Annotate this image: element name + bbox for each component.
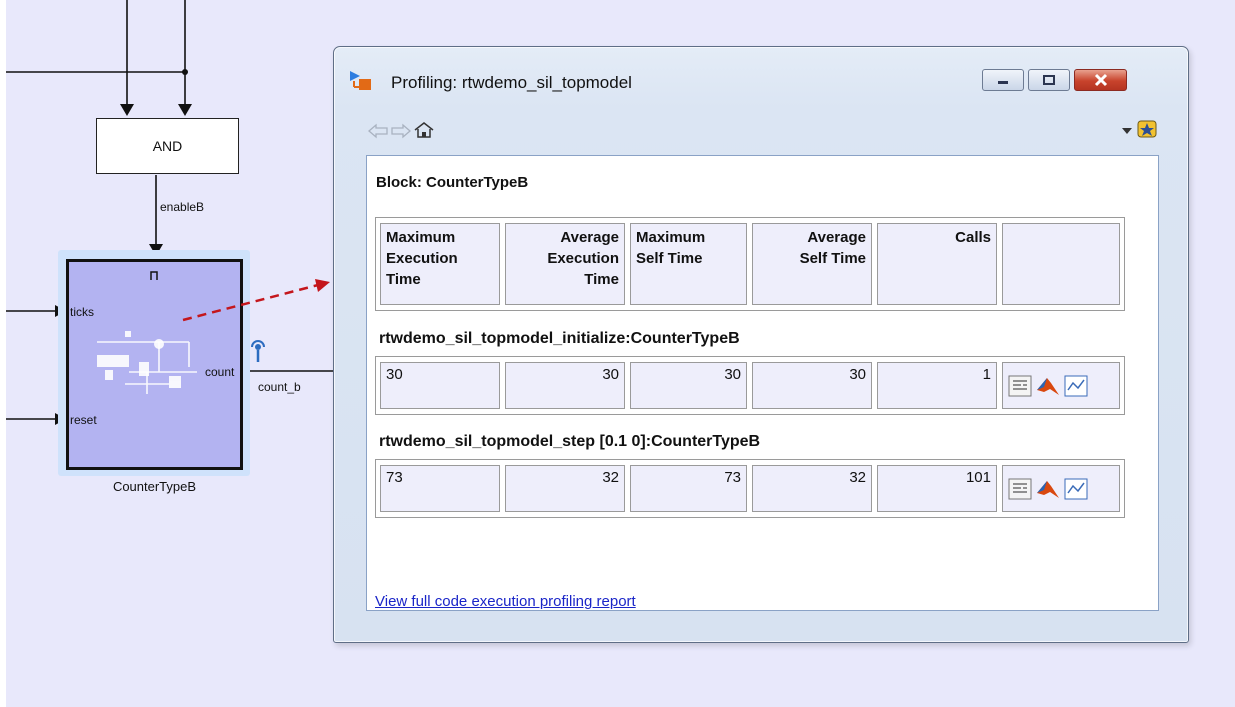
favorites-icon[interactable] (1137, 120, 1157, 138)
back-arrow-icon[interactable] (367, 123, 389, 139)
code-icon[interactable] (1008, 375, 1032, 397)
profiling-window[interactable]: Profiling: rtwdemo_sil_topmodel Block: C… (333, 46, 1189, 643)
dropdown-icon[interactable] (1121, 127, 1133, 135)
close-button[interactable] (1074, 69, 1127, 91)
initialize-avg-self-time: 30 (752, 362, 872, 409)
forward-arrow-icon[interactable] (390, 123, 412, 139)
initialize-calls: 1 (877, 362, 997, 409)
header-max-self-time: Maximum Self Time (630, 223, 747, 305)
step-actions (1002, 465, 1120, 512)
step-max-exec-time: 73 (380, 465, 500, 512)
header-calls: Calls (877, 223, 997, 305)
header-table: Maximum Execution Time Average Execution Tim… (375, 217, 1125, 311)
initialize-max-exec-time: 30 (380, 362, 500, 409)
initialize-actions (1002, 362, 1120, 409)
step-max-self-time: 73 (630, 465, 747, 512)
header-actions (1002, 223, 1120, 305)
full-report-link[interactable]: View full code execution profiling repor… (375, 593, 636, 610)
initialize-max-self-time: 30 (630, 362, 747, 409)
maximize-button[interactable] (1028, 69, 1070, 91)
block-heading: Block: CounterTypeB (376, 174, 529, 191)
initialize-avg-exec-time: 30 (505, 362, 625, 409)
close-icon (1094, 73, 1107, 87)
code-icon[interactable] (1008, 478, 1032, 500)
window-title: Profiling: rtwdemo_sil_topmodel (391, 73, 632, 92)
maximize-icon (1043, 75, 1055, 85)
home-icon[interactable] (413, 121, 435, 139)
matlab-icon[interactable] (1035, 375, 1061, 397)
step-avg-exec-time: 32 (505, 465, 625, 512)
minimize-button[interactable] (982, 69, 1024, 91)
calls-header-label: Calls (955, 229, 991, 246)
step-row: 73 32 73 32 101 (375, 459, 1125, 518)
profiling-app-icon (350, 71, 371, 90)
profiling-content: Block: CounterTypeB Maximum Execution Time… (366, 155, 1159, 611)
step-avg-self-time: 32 (752, 465, 872, 512)
section-step-title: rtwdemo_sil_topmodel_step [0.1 0]:Counte… (379, 433, 761, 450)
matlab-icon[interactable] (1035, 478, 1061, 500)
step-calls: 101 (877, 465, 997, 512)
header-avg-exec-time: Average Execution Time (505, 223, 625, 305)
initialize-row: 30 30 30 30 1 (375, 356, 1125, 415)
section-initialize-title: rtwdemo_sil_topmodel_initialize:CounterT… (379, 330, 740, 347)
browser-toolbar (334, 117, 1188, 155)
header-max-exec-time: Maximum Execution Time (380, 223, 500, 305)
plot-icon[interactable] (1064, 375, 1088, 397)
plot-icon[interactable] (1064, 478, 1088, 500)
minimize-icon (998, 81, 1008, 84)
header-avg-self-time: Average Self Time (752, 223, 872, 305)
title-bar[interactable]: Profiling: rtwdemo_sil_topmodel (334, 47, 1188, 117)
